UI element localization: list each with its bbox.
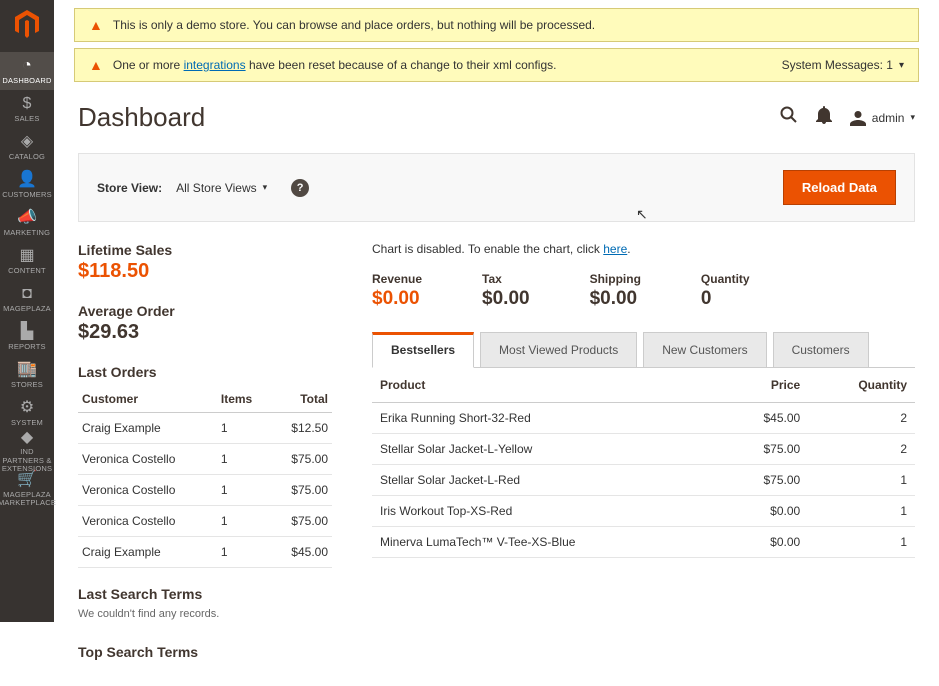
search-icon[interactable] (780, 106, 798, 129)
col-total: Total (271, 386, 332, 413)
person-icon: 👤 (17, 171, 37, 189)
lifetime-sales-stat: Lifetime Sales $118.50 (78, 242, 332, 283)
bestsellers-table: Product Price Quantity Erika Running Sho… (372, 367, 915, 558)
module-icon: ◘ (22, 285, 32, 303)
tab-bestsellers[interactable]: Bestsellers (372, 332, 474, 368)
bell-icon[interactable] (816, 106, 832, 129)
summary-shipping: Shipping $0.00 (590, 272, 641, 310)
page-header: Dashboard admin ▾ (54, 88, 939, 143)
system-messages-toggle[interactable]: System Messages: 1 ▾ (782, 58, 904, 72)
sidebar-item-content[interactable]: ▦CONTENT (0, 242, 54, 280)
store-icon: 🏬 (17, 361, 37, 379)
sidebar-item-customers[interactable]: 👤CUSTOMERS (0, 166, 54, 204)
tab-customers[interactable]: Customers (773, 332, 869, 368)
tab-new-customers[interactable]: New Customers (643, 332, 766, 368)
content-icon: ▦ (19, 247, 34, 265)
enable-chart-link[interactable]: here (603, 242, 627, 256)
sidebar-item-system[interactable]: ⚙SYSTEM (0, 394, 54, 432)
col-price: Price (721, 368, 808, 403)
tab-most-viewed[interactable]: Most Viewed Products (480, 332, 637, 368)
col-product: Product (372, 368, 721, 403)
box-icon: ◈ (21, 133, 33, 151)
summary-row: Revenue $0.00 Tax $0.00 Shipping $0.00 Q… (372, 272, 915, 310)
chart-disabled-note: Chart is disabled. To enable the chart, … (372, 242, 915, 256)
summary-tax: Tax $0.00 (482, 272, 530, 310)
last-orders-table: Customer Items Total Craig Example1$12.5… (78, 386, 332, 568)
sidebar-item-dashboard[interactable]: ◔DASHBOARD (0, 52, 54, 90)
sidebar-item-partners[interactable]: ◆IND PARTNERS & EXTENSIONS (0, 432, 54, 470)
table-row[interactable]: Veronica Costello1$75.00 (78, 444, 332, 475)
summary-revenue: Revenue $0.00 (372, 272, 422, 310)
warning-icon: ▲ (89, 17, 103, 33)
table-row[interactable]: Erika Running Short-32-Red$45.002 (372, 403, 915, 434)
user-name: admin (872, 111, 905, 125)
chevron-down-icon: ▾ (910, 112, 915, 123)
store-view-label: Store View: (97, 181, 162, 195)
magento-logo[interactable] (0, 4, 54, 44)
average-order-stat: Average Order $29.63 (78, 303, 332, 344)
user-icon (850, 110, 866, 126)
reload-data-button[interactable]: Reload Data (783, 170, 896, 205)
system-message-notice: ▲ One or more integrations have been res… (74, 48, 919, 82)
demo-notice: ▲ This is only a demo store. You can bro… (74, 8, 919, 42)
store-view-bar: Store View: All Store Views ▾ ? Reload D… (78, 153, 915, 222)
last-orders-title: Last Orders (78, 364, 332, 380)
summary-quantity: Quantity 0 (701, 272, 750, 310)
gauge-icon: ◔ (22, 57, 32, 75)
col-items: Items (217, 386, 271, 413)
sidebar-item-mageplaza[interactable]: ◘MAGEPLAZA (0, 280, 54, 318)
sidebar-item-catalog[interactable]: ◈CATALOG (0, 128, 54, 166)
sidebar-item-reports[interactable]: ▙REPORTS (0, 318, 54, 356)
chevron-down-icon: ▾ (899, 60, 904, 71)
store-view-select[interactable]: All Store Views ▾ (176, 181, 267, 195)
sidebar-item-sales[interactable]: $SALES (0, 90, 54, 128)
table-row[interactable]: Craig Example1$12.50 (78, 413, 332, 444)
table-row[interactable]: Iris Workout Top-XS-Red$0.001 (372, 496, 915, 527)
demo-notice-text: This is only a demo store. You can brows… (113, 18, 595, 32)
megaphone-icon: 📣 (17, 209, 37, 227)
gear-icon: ⚙ (20, 399, 34, 417)
page-title: Dashboard (78, 102, 205, 133)
col-customer: Customer (78, 386, 217, 413)
user-menu[interactable]: admin ▾ (850, 110, 915, 126)
col-quantity: Quantity (808, 368, 915, 403)
table-row[interactable]: Veronica Costello1$75.00 (78, 506, 332, 537)
admin-sidebar: ◔DASHBOARD $SALES ◈CATALOG 👤CUSTOMERS 📣M… (0, 0, 54, 622)
help-icon[interactable]: ? (291, 179, 309, 197)
chart-icon: ▙ (21, 323, 33, 341)
sidebar-item-stores[interactable]: 🏬STORES (0, 356, 54, 394)
warning-icon: ▲ (89, 57, 103, 73)
sidebar-item-marketing[interactable]: 📣MARKETING (0, 204, 54, 242)
lifetime-sales-value: $118.50 (78, 260, 332, 283)
table-row[interactable]: Minerva LumaTech™ V-Tee-XS-Blue$0.001 (372, 527, 915, 558)
integrations-link[interactable]: integrations (184, 58, 246, 72)
table-row[interactable]: Stellar Solar Jacket-L-Red$75.001 (372, 465, 915, 496)
table-row[interactable]: Veronica Costello1$75.00 (78, 475, 332, 506)
cart-icon: 🛒 (17, 471, 37, 489)
integrations-notice-text: One or more integrations have been reset… (113, 58, 557, 72)
top-search-title: Top Search Terms (78, 644, 332, 660)
chevron-down-icon: ▾ (263, 182, 268, 193)
table-row[interactable]: Craig Example1$45.00 (78, 537, 332, 568)
last-search-empty: We couldn't find any records. (78, 608, 332, 620)
table-row[interactable]: Stellar Solar Jacket-L-Yellow$75.002 (372, 434, 915, 465)
dollar-icon: $ (23, 95, 32, 113)
partners-icon: ◆ (21, 429, 33, 447)
report-tabs: Bestsellers Most Viewed Products New Cus… (372, 332, 915, 368)
last-search-title: Last Search Terms (78, 586, 332, 602)
average-order-value: $29.63 (78, 321, 332, 344)
sidebar-item-marketplace[interactable]: 🛒MAGEPLAZA MARKETPLACE (0, 470, 54, 508)
